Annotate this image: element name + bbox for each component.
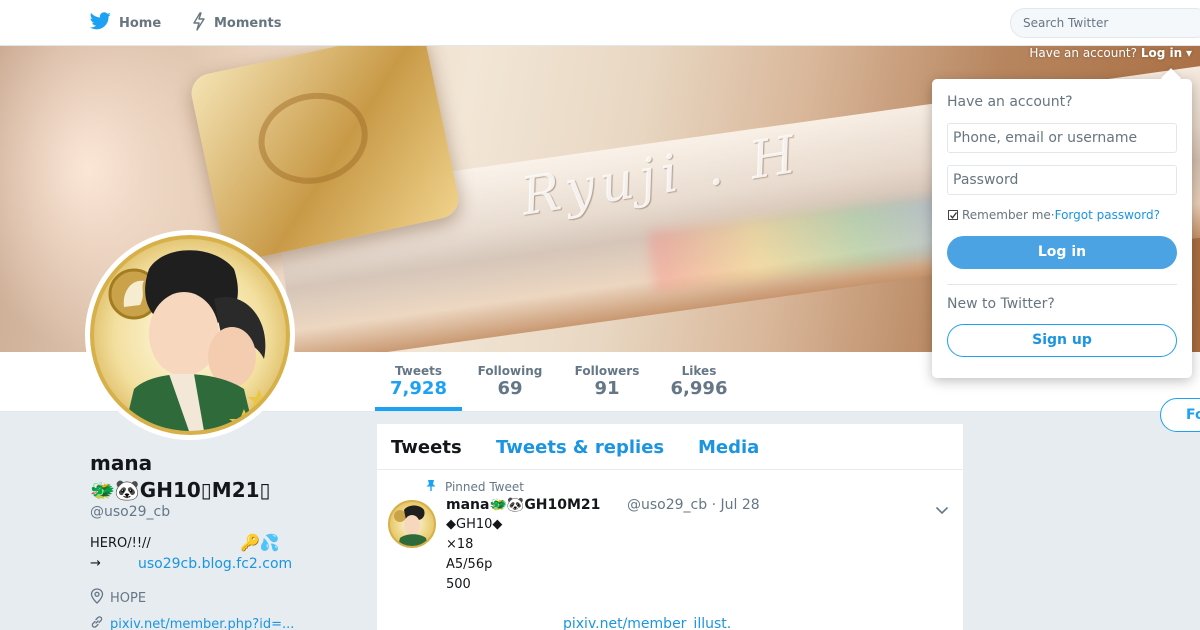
tab-tweets[interactable]: Tweets: [391, 437, 462, 458]
new-to-twitter-text: New to Twitter?: [947, 296, 1055, 312]
bio-emoji: 🔑💦: [240, 533, 280, 552]
avatar-image: [90, 235, 290, 435]
stat-following-value: 69: [497, 378, 523, 399]
stat-tweets[interactable]: Tweets 7,928: [375, 364, 462, 400]
bio-line2: →: [90, 556, 101, 571]
pin-icon: [425, 479, 445, 495]
stat-tweets-value: 7,928: [390, 378, 447, 399]
tweet-text-line: ◆GH10◆: [446, 517, 503, 532]
tab-tweets-replies[interactable]: Tweets & replies: [496, 437, 664, 458]
tweet-avatar[interactable]: [388, 500, 436, 548]
stat-followers-value: 91: [594, 378, 620, 399]
bio-link[interactable]: uso29cb.blog.fc2.com: [138, 556, 292, 572]
profile-location: HOPE: [90, 588, 146, 608]
remember-me-checkbox[interactable]: [948, 210, 958, 220]
stat-following-label: Following: [477, 364, 543, 378]
search-input[interactable]: Search Twitter: [1010, 8, 1200, 38]
tweet-link[interactable]: pixiv.net/member_illust.: [563, 616, 731, 630]
stat-following[interactable]: Following 69: [470, 364, 550, 400]
tweet-text-line: ×18: [446, 537, 474, 552]
profile-name[interactable]: mana 🐲🐼GH10▯M21▯: [90, 450, 271, 504]
header-login-prompt: Have an account? Log in ▾: [1029, 46, 1192, 60]
chevron-down-icon[interactable]: [935, 500, 949, 519]
nav-moments-label: Moments: [214, 15, 282, 31]
profile-handle[interactable]: @uso29_cb: [90, 504, 170, 520]
stat-likes-value: 6,996: [670, 378, 728, 399]
login-dropdown-toggle[interactable]: Log in: [1141, 46, 1182, 60]
profile-name-line2: 🐲🐼GH10▯M21▯: [90, 478, 271, 502]
location-text: HOPE: [110, 590, 147, 606]
link-icon: [90, 615, 110, 630]
nav-home-label: Home: [119, 15, 162, 31]
have-account-text: Have an account?: [1029, 46, 1137, 60]
tab-media[interactable]: Media: [698, 437, 759, 458]
tweet-text-line: 500: [446, 577, 471, 592]
login-dropdown: Have an account? Phone, email or usernam…: [932, 68, 1192, 378]
stat-likes-label: Likes: [681, 364, 717, 378]
pinned-label: Pinned Tweet: [445, 480, 524, 494]
tweet-text-line: A5/56p: [446, 557, 493, 572]
tweet-author-name[interactable]: mana🐲🐼GH10M21: [446, 497, 600, 513]
remember-me-label[interactable]: Remember me: [962, 208, 1051, 222]
lightning-icon: [192, 11, 214, 35]
pinned-indicator: Pinned Tweet: [425, 479, 524, 495]
username-field[interactable]: Phone, email or username: [947, 123, 1177, 153]
stat-tweets-label: Tweets: [394, 364, 443, 378]
password-field[interactable]: Password: [947, 165, 1177, 195]
bio-line1: HERO/!!//: [90, 536, 151, 551]
login-button[interactable]: Log in: [947, 236, 1177, 269]
stat-followers-label: Followers: [574, 364, 640, 378]
nav-home[interactable]: Home: [89, 0, 162, 46]
stat-likes[interactable]: Likes 6,996: [660, 364, 738, 400]
active-tab-underline: [375, 407, 462, 411]
profile-url[interactable]: pixiv.net/member.php?id=...: [90, 615, 294, 630]
top-nav: Home Moments Search Twitter: [0, 0, 1200, 46]
signup-button[interactable]: Sign up: [947, 324, 1177, 357]
twitter-bird-icon: [89, 12, 119, 34]
divider: [947, 284, 1177, 285]
follow-button[interactable]: Fo: [1160, 398, 1200, 432]
avatar[interactable]: [85, 230, 295, 440]
timeline: Tweets Tweets & replies Media Pinned Twe…: [376, 423, 964, 630]
chevron-down-icon: ▾: [1182, 46, 1192, 60]
tweet-meta[interactable]: @uso29_cb · Jul 28: [627, 497, 760, 513]
timeline-tabs: Tweets Tweets & replies Media: [377, 424, 963, 470]
stat-followers[interactable]: Followers 91: [567, 364, 647, 400]
login-title: Have an account?: [947, 94, 1073, 110]
banner-emblem: [249, 82, 377, 194]
forgot-password-link[interactable]: Forgot password?: [1055, 208, 1160, 222]
profile-url-text: pixiv.net/member.php?id=...: [110, 616, 295, 630]
location-pin-icon: [90, 588, 110, 608]
profile-name-line1: mana: [90, 451, 153, 475]
nav-moments[interactable]: Moments: [192, 0, 281, 46]
remember-row: Remember me · Forgot password?: [948, 208, 1160, 222]
